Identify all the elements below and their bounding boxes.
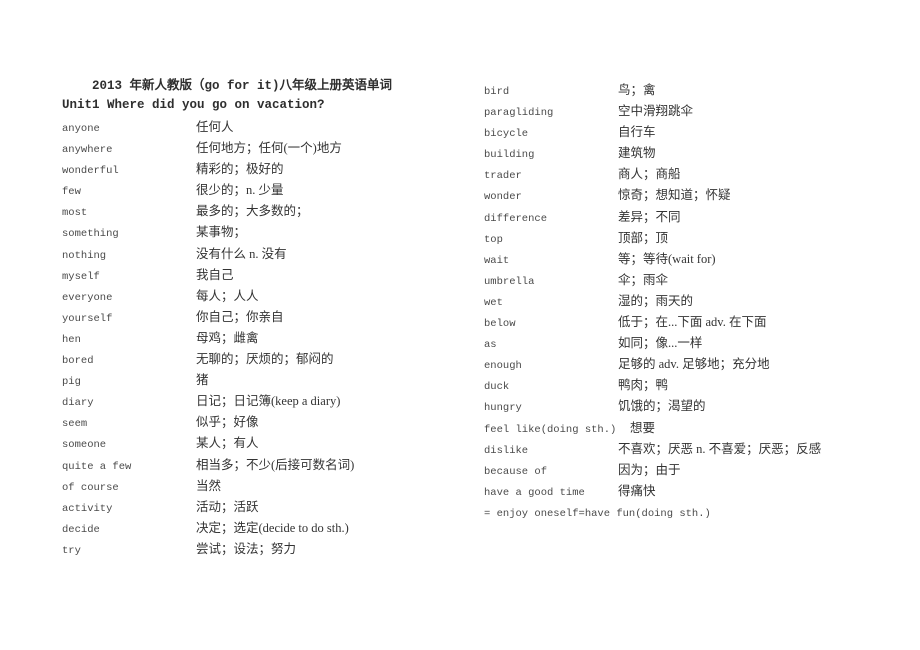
vocabulary-gloss: 任何地方；任何(一个)地方 xyxy=(196,141,342,156)
vocabulary-entry: wait 等；等待(wait for) xyxy=(484,248,884,269)
vocabulary-gloss: 没有什么 n. 没有 xyxy=(196,246,287,261)
vocabulary-entry: feel like(doing sth.) 想要 xyxy=(484,417,884,438)
vocabulary-gloss: 足够的 adv. 足够地；充分地 xyxy=(618,357,770,372)
vocabulary-entry: of course 当然 xyxy=(62,475,462,496)
vocabulary-gloss: 精彩的；极好的 xyxy=(196,162,284,177)
vocabulary-entry: decide 决定；选定(decide to do sth.) xyxy=(62,517,462,538)
vocabulary-gloss: 饥饿的；渴望的 xyxy=(618,399,706,414)
vocabulary-entry: below 低于；在...下面 adv. 在下面 xyxy=(484,311,884,332)
vocabulary-gloss: 任何人 xyxy=(196,120,234,134)
vocabulary-gloss: 母鸡；雌禽 xyxy=(196,330,259,345)
unit-heading: Unit1 Where did you go on vacation? xyxy=(62,98,325,112)
vocabulary-gloss: 湿的；雨天的 xyxy=(618,293,694,308)
vocabulary-entry: wonderful 精彩的；极好的 xyxy=(62,158,462,179)
vocabulary-entry: try 尝试；设法；努力 xyxy=(62,538,462,559)
vocabulary-gloss: 顶部；顶 xyxy=(618,230,669,245)
vocabulary-entry: have a good time 得痛快 xyxy=(484,480,884,501)
vocabulary-entry: few 很少的；n. 少量 xyxy=(62,179,462,200)
vocabulary-gloss: 我自己 xyxy=(196,267,234,282)
vocabulary-entry: bored 无聊的；厌烦的；郁闷的 xyxy=(62,348,462,369)
vocabulary-gloss: 惊奇；想知道；怀疑 xyxy=(618,188,731,203)
vocabulary-column-right: bird 鸟；禽 paragliding 空中滑翔跳伞 bicycle 自行车 buildi… xyxy=(484,79,884,522)
vocabulary-entry: seem 似乎；好像 xyxy=(62,411,462,432)
vocabulary-entry: anyone 任何人 xyxy=(62,116,462,137)
vocabulary-gloss: 最多的；大多数的； xyxy=(196,204,309,219)
vocabulary-entry: paragliding 空中滑翔跳伞 xyxy=(484,100,884,121)
vocabulary-gloss: 商人；商船 xyxy=(618,167,681,182)
vocabulary-gloss: 差异；不同 xyxy=(618,209,681,224)
vocabulary-entry: quite a few 相当多；不少(后接可数名词) xyxy=(62,454,462,475)
vocabulary-gloss: 得痛快 xyxy=(618,483,656,498)
vocabulary-gloss: 似乎；好像 xyxy=(196,415,259,430)
vocabulary-entry: umbrella 伞；雨伞 xyxy=(484,269,884,290)
vocabulary-entry: everyone 每人；人人 xyxy=(62,285,462,306)
vocabulary-gloss: 尝试；设法；努力 xyxy=(196,541,297,556)
vocabulary-gloss: 无聊的；厌烦的；郁闷的 xyxy=(196,352,334,367)
vocabulary-entry: duck 鸭肉；鸭 xyxy=(484,374,884,395)
vocabulary-gloss: 很少的；n. 少量 xyxy=(196,183,284,198)
vocabulary-gloss: 想要 xyxy=(630,420,656,435)
vocabulary-entry: diary 日记；日记簿(keep a diary) xyxy=(62,390,462,411)
vocabulary-entry: top 顶部；顶 xyxy=(484,227,884,248)
vocabulary-term: = enjoy oneself=have fun(doing sth.) xyxy=(484,507,711,520)
vocabulary-entry: wet 湿的；雨天的 xyxy=(484,290,884,311)
vocabulary-gloss: 每人；人人 xyxy=(196,288,259,303)
vocabulary-gloss: 你自己；你亲自 xyxy=(196,309,284,324)
vocabulary-entry: because of 因为；由于 xyxy=(484,459,884,480)
page-title: 2013 年新人教版（go for it)八年级上册英语单词 xyxy=(91,79,393,93)
vocabulary-gloss: 鸟；禽 xyxy=(618,83,656,97)
vocabulary-gloss: 日记；日记簿(keep a diary) xyxy=(196,394,341,409)
vocabulary-gloss: 当然 xyxy=(196,478,222,493)
vocabulary-gloss: 决定；选定(decide to do sth.) xyxy=(196,520,349,535)
vocabulary-entry: pig 猪 xyxy=(62,369,462,390)
vocabulary-entry: difference 差异；不同 xyxy=(484,206,884,227)
vocabulary-gloss: 低于；在...下面 adv. 在下面 xyxy=(618,315,767,330)
vocabulary-entry: anywhere 任何地方；任何(一个)地方 xyxy=(62,137,462,158)
vocabulary-gloss: 因为；由于 xyxy=(618,462,681,477)
vocabulary-entry: hen 母鸡；雌禽 xyxy=(62,327,462,348)
vocabulary-entry: most 最多的；大多数的； xyxy=(62,200,462,221)
vocabulary-term: try xyxy=(62,544,81,557)
vocabulary-entry: something 某事物； xyxy=(62,221,462,242)
document-page: 2013 年新人教版（go for it)八年级上册英语单词 Unit1 Whe… xyxy=(0,0,920,650)
vocabulary-gloss: 建筑物 xyxy=(618,146,656,161)
vocabulary-gloss: 相当多；不少(后接可数名词) xyxy=(196,457,355,472)
vocabulary-entry: building 建筑物 xyxy=(484,142,884,163)
vocabulary-gloss: 空中滑翔跳伞 xyxy=(618,104,694,119)
vocabulary-entry: hungry 饥饿的；渴望的 xyxy=(484,395,884,416)
vocabulary-entry: = enjoy oneself=have fun(doing sth.) xyxy=(484,501,884,522)
vocabulary-entry: someone 某人；有人 xyxy=(62,432,462,453)
vocabulary-entry: bicycle 自行车 xyxy=(484,121,884,142)
vocabulary-gloss: 如同；像...一样 xyxy=(618,336,703,351)
vocabulary-gloss: 等；等待(wait for) xyxy=(618,251,716,266)
vocabulary-entry: as 如同；像...一样 xyxy=(484,332,884,353)
vocabulary-gloss: 某事物； xyxy=(196,225,247,240)
vocabulary-gloss: 猪 xyxy=(196,373,209,388)
vocabulary-entry: nothing 没有什么 n. 没有 xyxy=(62,243,462,264)
vocabulary-gloss: 活动；活跃 xyxy=(196,499,259,514)
vocabulary-entry: myself 我自己 xyxy=(62,264,462,285)
vocabulary-entry: wonder 惊奇；想知道；怀疑 xyxy=(484,184,884,205)
vocabulary-entry: trader 商人；商船 xyxy=(484,163,884,184)
vocabulary-gloss: 伞；雨伞 xyxy=(618,272,669,287)
vocabulary-entry: enough 足够的 adv. 足够地；充分地 xyxy=(484,353,884,374)
vocabulary-column-left: anyone 任何人 anywhere 任何地方；任何(一个)地方 wonderful 精… xyxy=(62,116,462,559)
vocabulary-gloss: 不喜欢；厌恶 n. 不喜爱；厌恶；反感 xyxy=(618,441,822,456)
vocabulary-gloss: 鸭肉；鸭 xyxy=(618,378,669,393)
vocabulary-gloss: 自行车 xyxy=(618,125,656,140)
vocabulary-entry: dislike 不喜欢；厌恶 n. 不喜爱；厌恶；反感 xyxy=(484,438,884,459)
vocabulary-entry: yourself 你自己；你亲自 xyxy=(62,306,462,327)
vocabulary-entry: bird 鸟；禽 xyxy=(484,79,884,100)
vocabulary-gloss: 某人；有人 xyxy=(196,436,259,451)
vocabulary-entry: activity 活动；活跃 xyxy=(62,496,462,517)
